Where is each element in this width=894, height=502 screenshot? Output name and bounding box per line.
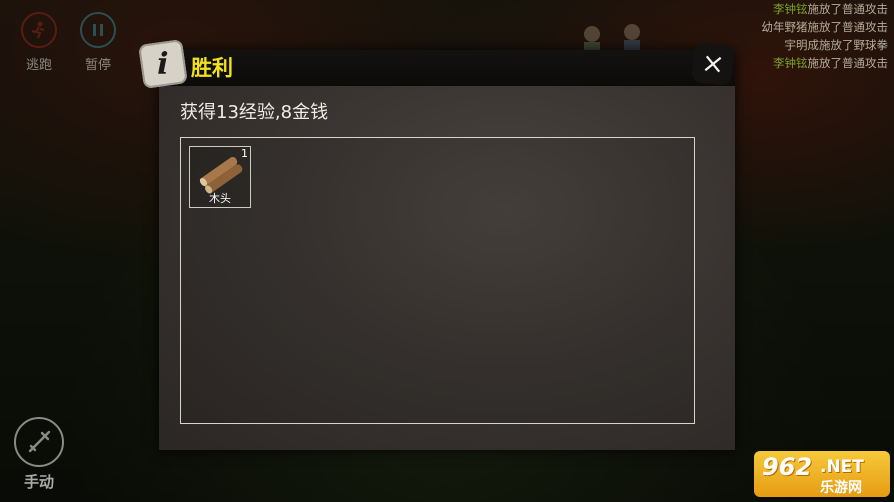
manual-mode-button[interactable]: 手动 [11, 417, 67, 492]
battle-log: 李钟铉施放了普通攻击 幼年野猪施放了普通攻击 宇明成施放了野球拳 李钟铉施放了普… [762, 0, 889, 72]
item-quantity: 1 [241, 147, 248, 160]
info-icon: i [138, 39, 188, 89]
manual-label: 手动 [23, 473, 54, 491]
flee-button[interactable]: 逃跑 [17, 12, 61, 73]
flee-label: 逃跑 [25, 58, 52, 73]
close-icon [704, 55, 722, 73]
log-line: 李钟铉施放了普通攻击 [773, 2, 888, 16]
site-watermark-logo: 962 .NET 乐游网 [754, 451, 890, 497]
item-name: 木头 [209, 192, 231, 205]
log-line: 宇明成施放了野球拳 [784, 38, 889, 52]
log-line: 李钟铉施放了普通攻击 [773, 56, 888, 70]
dialog-title-bar [159, 50, 735, 86]
pause-button[interactable]: 暂停 [76, 12, 120, 73]
victory-dialog: i 胜利 获得13经验,8金钱 1 木头 [138, 39, 735, 450]
pause-icon [80, 12, 116, 48]
loot-grid: 1 木头 [180, 137, 695, 424]
reward-text: 获得13经验,8金钱 [180, 102, 329, 123]
dialog-title: 胜利 [191, 56, 233, 80]
close-button[interactable] [691, 42, 735, 86]
flee-icon [21, 12, 57, 48]
sword-icon [14, 417, 64, 467]
wood-log-icon [199, 156, 243, 194]
pause-label: 暂停 [84, 58, 111, 73]
loot-item-slot[interactable]: 1 木头 [189, 146, 251, 208]
log-line: 幼年野猪施放了普通攻击 [761, 20, 889, 34]
